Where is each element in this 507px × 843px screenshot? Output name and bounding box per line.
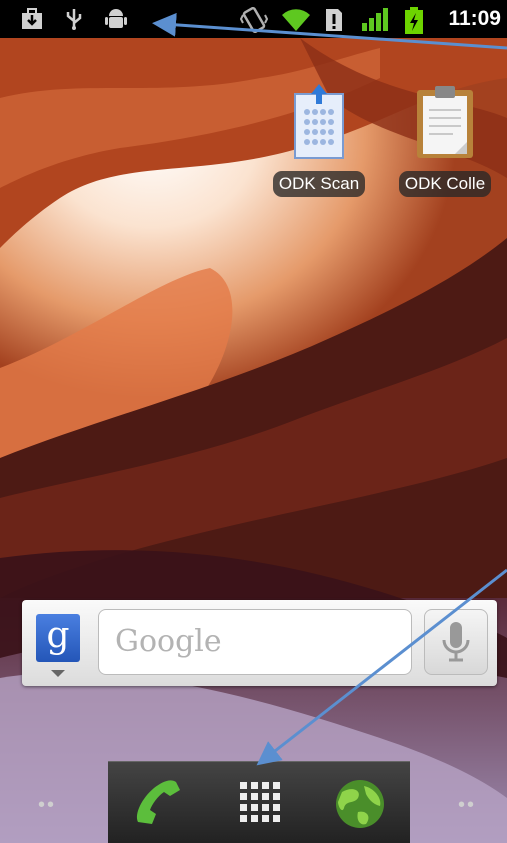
wifi-icon bbox=[282, 9, 310, 31]
app-label: ODK Scan bbox=[272, 171, 366, 197]
signal-icon bbox=[362, 8, 388, 31]
odk-scan-icon bbox=[294, 84, 344, 159]
microphone-icon bbox=[442, 622, 470, 662]
download-icon bbox=[22, 8, 42, 29]
search-input[interactable]: Google bbox=[98, 609, 412, 675]
app-odk-scan[interactable]: ODK Scan bbox=[264, 84, 374, 202]
app-label: ODK Colle bbox=[398, 171, 492, 197]
android-debug-icon bbox=[105, 9, 127, 28]
vibrate-icon bbox=[240, 7, 268, 33]
chevron-down-icon bbox=[51, 670, 65, 677]
left-page-indicator[interactable]: •• bbox=[38, 794, 56, 817]
voice-search-button[interactable] bbox=[424, 609, 488, 675]
right-page-indicator[interactable]: •• bbox=[458, 794, 476, 817]
app-odk-collect[interactable]: ODK Colle bbox=[390, 84, 500, 202]
status-bar: 11:09 bbox=[0, 0, 507, 38]
google-search-button[interactable]: g bbox=[36, 614, 80, 662]
app-drawer-icon[interactable] bbox=[238, 780, 282, 824]
usb-icon bbox=[66, 9, 82, 30]
dock bbox=[108, 762, 410, 843]
sim-alert-icon bbox=[326, 9, 342, 31]
phone-icon[interactable] bbox=[130, 776, 186, 832]
status-time: 11:09 bbox=[448, 7, 501, 30]
google-search-widget: g Google bbox=[22, 600, 497, 686]
browser-icon[interactable] bbox=[332, 776, 388, 832]
battery-charging-icon bbox=[405, 7, 423, 34]
odk-collect-icon bbox=[417, 86, 473, 158]
